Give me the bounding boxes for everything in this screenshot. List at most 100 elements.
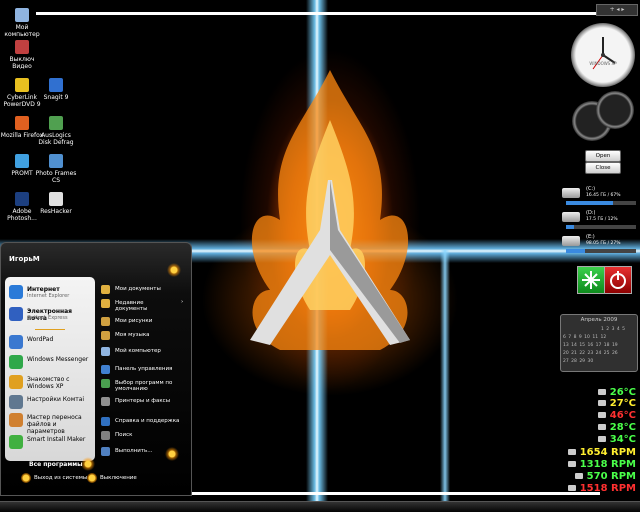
messenger-icon: [9, 355, 23, 369]
fan-icon: [567, 449, 576, 455]
taskbar[interactable]: [0, 501, 640, 512]
right-item-title: Моя музыка: [115, 332, 150, 338]
desktop-icon-snagit[interactable]: Snagit 9: [34, 78, 78, 101]
drive-info: 17.5 ГБ / 12%: [586, 217, 618, 222]
drive-d[interactable]: (D:) 17.5 ГБ / 12%: [562, 210, 638, 232]
desktop-icon-label: ResHacker: [40, 208, 72, 215]
calendar-week: 1 2 3 4 5: [601, 327, 626, 332]
fan-readout: 570 RPM: [574, 471, 636, 482]
pictures-icon: [101, 317, 110, 326]
drive-usage-bar: [566, 201, 636, 205]
start-menu-left-pane: Интернет Internet Explorer Электронная п…: [5, 277, 95, 461]
desktop-icon-video[interactable]: Выключ Видео: [0, 40, 44, 70]
desktop-icon-reshacker[interactable]: ResHacker: [34, 192, 78, 215]
video-icon: [15, 40, 29, 54]
power-gadget[interactable]: [604, 266, 632, 294]
temperature-readout: 34°C: [597, 434, 636, 445]
hard-drive-icon: [562, 236, 580, 246]
fan-icon: [567, 461, 576, 467]
clock-gadget[interactable]: WINDOWS XP: [571, 23, 635, 87]
folder-icon: [101, 285, 110, 294]
pinned-item-subtitle: Outlook Express: [27, 315, 68, 321]
firefox-icon: [15, 116, 29, 130]
calendar-week: 27 28 29 30: [563, 359, 594, 364]
transfer-wizard-icon: [9, 413, 23, 427]
pinned-item-email[interactable]: Электронная почта Outlook Express: [9, 307, 93, 325]
computer-icon: [101, 347, 110, 356]
snagit-icon: [49, 78, 63, 92]
sensor-icon: [597, 400, 606, 406]
recent-item-settings[interactable]: Настройки Комтаi: [9, 395, 93, 411]
close-button[interactable]: Close: [585, 162, 621, 174]
menu-separator: [35, 329, 65, 330]
hard-drive-icon: [562, 188, 580, 198]
network-icon: [582, 271, 600, 289]
open-button[interactable]: Open: [585, 150, 621, 162]
fan-readout: 1518 RPM: [567, 483, 636, 494]
calendar-gadget[interactable]: Апрель 2009 1 2 3 4 5 6 7 8 9 10 11 12 1…: [560, 314, 638, 372]
sensor-value: 1518 RPM: [579, 483, 636, 494]
drive-c[interactable]: (C:) 16.45 ГБ / 67%: [562, 186, 638, 208]
drive-e[interactable]: (E:) 98.05 ГБ / 27%: [562, 234, 638, 256]
sensor-icon: [597, 436, 606, 442]
sensor-icon: [597, 424, 606, 430]
right-item-title: Поиск: [115, 432, 133, 438]
all-programs-button[interactable]: Все программы: [29, 461, 83, 468]
hard-drive-icon: [562, 212, 580, 222]
drive-usage-fill: [566, 225, 575, 229]
drive-label: (D:): [586, 210, 596, 216]
submenu-arrow-icon: ›: [181, 299, 184, 305]
sensor-value: 27°C: [609, 398, 636, 409]
pinned-item-internet[interactable]: Интернет Internet Explorer: [9, 285, 93, 303]
reshacker-icon: [49, 192, 63, 206]
top-light-line: [36, 12, 596, 15]
drive-info: 98.05 ГБ / 27%: [586, 241, 621, 246]
desktop-icon-label: Snagit 9: [43, 94, 69, 101]
photoshop-icon: [15, 192, 29, 206]
recent-item-wordpad[interactable]: WordPad: [9, 335, 93, 351]
drive-usage-bar: [566, 249, 636, 253]
recent-item-tour[interactable]: Знакомство с Windows XP: [9, 375, 93, 391]
right-item-title: Мои документы: [115, 286, 161, 292]
right-item-title: Мои рисунки: [115, 318, 153, 324]
start-menu-bottom-bar: Выход из системы Выключение: [1, 473, 191, 495]
right-item-title: Принтеры и факсы: [115, 398, 171, 404]
spider-icon: [81, 457, 95, 471]
calendar-week: 20 21 22 23 24 25 26: [563, 351, 618, 356]
recent-item-title: Smart Install Maker: [27, 436, 86, 443]
fire-logo: [250, 70, 410, 350]
logoff-button[interactable]: Выход из системы: [34, 475, 87, 481]
settings-icon: [9, 395, 23, 409]
shutdown-button[interactable]: Выключение: [100, 475, 137, 481]
recent-item-smart-install[interactable]: Smart Install Maker: [9, 435, 93, 451]
temperature-readout: 28°C: [597, 422, 636, 433]
recent-item-title: Настройки Комтаi: [27, 396, 85, 403]
smart-install-icon: [9, 435, 23, 449]
wordpad-icon: [9, 335, 23, 349]
run-icon: [101, 447, 110, 456]
desktop-icon-my-computer[interactable]: Мой компьютер: [0, 8, 44, 38]
sidebar-header-controls[interactable]: + ◂ ▸: [596, 4, 638, 16]
sensor-value: 26°C: [609, 387, 636, 398]
network-gadget[interactable]: [577, 266, 605, 294]
desktop-icon-photo-frames[interactable]: Photo Frames CS: [34, 154, 78, 184]
ram-gauge: [596, 91, 634, 129]
desktop-icon-defrag[interactable]: AusLogics Disk Defrag: [34, 116, 78, 146]
right-item-title: Выбор программ по умолчанию: [115, 380, 173, 392]
drive-usage-bar: [566, 225, 636, 229]
sensor-value: 46°C: [609, 410, 636, 421]
desktop-icon-label: Adobe Photosh...: [7, 208, 37, 222]
tour-icon: [9, 375, 23, 389]
drive-usage-fill: [566, 249, 585, 253]
defrag-icon: [49, 116, 63, 130]
promt-icon: [15, 154, 29, 168]
help-icon: [101, 417, 110, 426]
desktop-icon-label: PROMT: [11, 170, 33, 177]
outlook-express-icon: [9, 307, 23, 321]
sensor-value: 28°C: [609, 422, 636, 433]
temperature-readout: 27°C: [597, 398, 636, 409]
recent-item-messenger[interactable]: Windows Messenger: [9, 355, 93, 371]
sensor-value: 1654 RPM: [579, 447, 636, 458]
temperature-readout: 26°C: [597, 387, 636, 398]
recent-item-transfer-wizard[interactable]: Мастер переноса файлов и параметров: [9, 413, 93, 435]
